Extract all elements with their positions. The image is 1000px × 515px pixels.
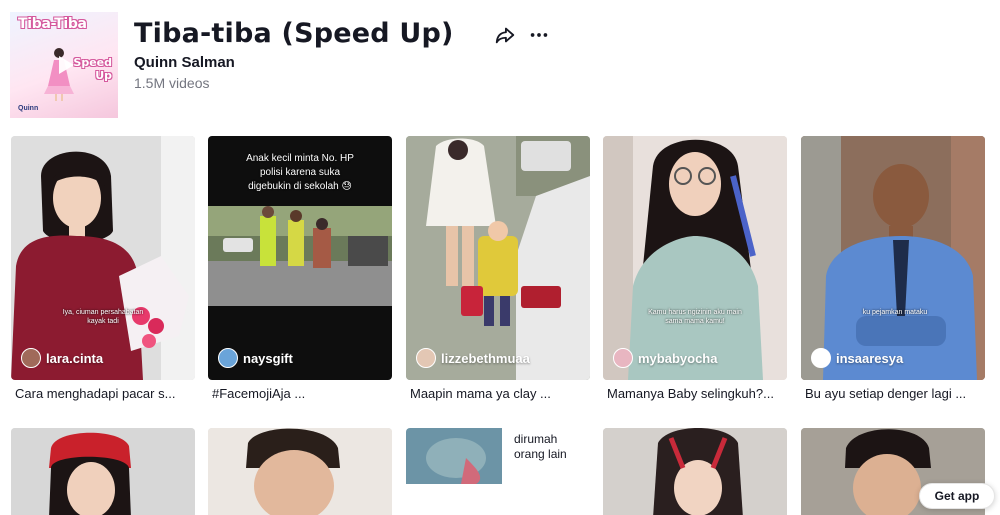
artist-name[interactable]: Quinn Salman — [134, 54, 235, 71]
video-overlay-text: Anak kecil minta No. HP polisi karena suk… — [246, 153, 354, 192]
video-card[interactable]: ku pejamkan mataku insaaresya Bu ayu set… — [801, 136, 985, 401]
author-avatar — [613, 348, 633, 368]
video-overlay-text: Kamu harus ngizinin aku main sama mama ka… — [648, 309, 742, 325]
video-author[interactable]: lara.cinta — [21, 348, 103, 368]
video-count: 1.5M videos — [134, 75, 210, 91]
video-author[interactable]: insaaresya — [811, 348, 903, 368]
thumbnail-text-line2: orang lain — [514, 447, 567, 461]
cover-subtitle-line1: Speed — [73, 56, 112, 69]
video-author[interactable]: mybabyocha — [613, 348, 717, 368]
get-app-button[interactable]: Get app — [919, 483, 995, 509]
author-name: naysgift — [243, 350, 293, 366]
video-card[interactable]: Iya, ciuman persahabatan kayak tadi lara.… — [11, 136, 195, 401]
thumbnail-scene — [603, 428, 787, 515]
thumbnail-scene — [208, 428, 392, 515]
author-name: lizzebethmuaa — [441, 350, 530, 366]
cover-logo: Quinn — [18, 105, 39, 112]
music-cover[interactable]: Tiba-Tiba Speed Up Quinn — [10, 12, 118, 118]
author-name: insaaresya — [836, 350, 904, 366]
video-author[interactable]: naysgift — [218, 348, 293, 368]
video-overlay-text: Iya, ciuman persahabatan kayak tadi — [62, 309, 144, 325]
author-avatar — [21, 348, 41, 368]
video-thumbnail[interactable] — [208, 428, 392, 515]
video-thumbnail[interactable]: ku pejamkan mataku insaaresya — [801, 136, 985, 380]
author-avatar — [416, 348, 436, 368]
author-avatar — [811, 348, 831, 368]
video-card[interactable] — [11, 428, 195, 515]
cover-subtitle-line2: Up — [95, 69, 112, 82]
video-card[interactable]: dirumah orang lain — [406, 428, 590, 515]
cover-subtitle: Speed Up — [73, 56, 112, 82]
thumbnail-scene — [11, 428, 195, 515]
author-name: mybabyocha — [638, 350, 718, 366]
video-caption[interactable]: Maapin mama ya clay ... — [406, 386, 590, 401]
video-caption[interactable]: #FacemojiAja ... — [208, 386, 392, 401]
video-card[interactable]: Kamu harus ngizinin aku main sama mama ka… — [603, 136, 787, 401]
video-overlay-text: ku pejamkan mataku — [862, 309, 928, 316]
more-icon[interactable] — [528, 24, 550, 46]
music-title: Tiba-tiba (Speed Up) — [134, 18, 454, 49]
video-thumbnail[interactable]: lizzebethmuaa — [406, 136, 590, 380]
thumbnail-text: dirumah orang lain — [514, 432, 567, 462]
video-card[interactable] — [603, 428, 787, 515]
video-caption[interactable]: Bu ayu setiap denger lagi ... — [801, 386, 985, 401]
author-name: lara.cinta — [46, 350, 104, 366]
cover-title: Tiba-Tiba — [18, 16, 87, 32]
video-card[interactable]: lizzebethmuaa Maapin mama ya clay ... — [406, 136, 590, 401]
share-icon[interactable] — [494, 24, 516, 46]
thumbnail-scene — [603, 136, 787, 380]
thumbnail-text-line1: dirumah — [514, 432, 558, 446]
thumbnail-scene — [208, 206, 392, 306]
video-caption[interactable]: Mamanya Baby selingkuh?... — [603, 386, 787, 401]
video-card[interactable] — [208, 428, 392, 515]
video-caption[interactable]: Cara menghadapi pacar s... — [11, 386, 195, 401]
video-thumbnail[interactable]: Kamu harus ngizinin aku main sama mama ka… — [603, 136, 787, 380]
video-thumbnail[interactable] — [11, 428, 195, 515]
video-author[interactable]: lizzebethmuaa — [416, 348, 530, 368]
video-thumbnail[interactable] — [603, 428, 787, 515]
video-thumbnail[interactable]: Iya, ciuman persahabatan kayak tadi lara.… — [11, 136, 195, 380]
thumbnail-scene — [406, 136, 590, 380]
author-avatar — [218, 348, 238, 368]
music-header: Tiba-Tiba Speed Up Quinn Tiba-tiba (Spee… — [10, 12, 990, 120]
thumbnail-scene — [801, 136, 985, 380]
video-card[interactable]: Anak kecil minta No. HP polisi karena suk… — [208, 136, 392, 401]
video-thumbnail[interactable]: dirumah orang lain — [406, 428, 590, 515]
video-thumbnail[interactable]: Anak kecil minta No. HP polisi karena suk… — [208, 136, 392, 380]
thumbnail-scene — [11, 136, 195, 380]
